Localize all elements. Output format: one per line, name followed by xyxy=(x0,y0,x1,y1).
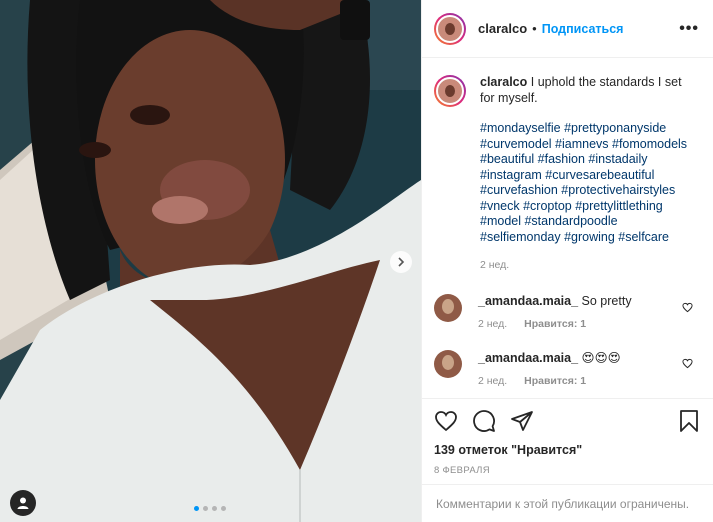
carousel-dot xyxy=(221,506,226,511)
comment-text: So pretty xyxy=(581,293,632,308)
comment-likes[interactable]: Нравится: 1 xyxy=(524,375,586,387)
caption-text-block: claralco I uphold the standards I set fo… xyxy=(480,75,690,274)
commenter-avatar[interactable] xyxy=(434,293,462,322)
comment-time[interactable]: 2 нед. xyxy=(478,375,507,387)
comment-item: _amandaa.maia_ So pretty 2 нед. Нравится… xyxy=(434,293,701,330)
user-tag-icon xyxy=(17,497,29,509)
post-side-panel: claralco • Подписаться ••• claralco I up… xyxy=(421,0,713,522)
comment-button[interactable] xyxy=(472,409,496,433)
carousel-dot xyxy=(203,506,208,511)
comment-meta: 2 нед. Нравится: 1 xyxy=(478,375,621,387)
comment-text: 😍😍😍 xyxy=(581,350,621,365)
heart-icon xyxy=(435,411,457,432)
like-button[interactable] xyxy=(434,409,458,433)
comment-icon xyxy=(473,410,495,432)
carousel-dot xyxy=(194,506,199,511)
heart-icon[interactable] xyxy=(682,302,693,313)
author-avatar[interactable] xyxy=(434,12,466,45)
caption-time[interactable]: 2 нед. xyxy=(480,258,690,274)
post-actions: 139 отметок "Нравится" 8 ФЕВРАЛЯ xyxy=(422,398,713,476)
carousel-indicator xyxy=(194,506,226,511)
tagged-users-button[interactable] xyxy=(10,490,36,516)
likes-count[interactable]: 139 отметок "Нравится" xyxy=(434,443,701,457)
comment-item: _amandaa.maia_ 😍😍😍 2 нед. Нравится: 1 xyxy=(434,349,701,387)
bookmark-icon xyxy=(680,410,698,432)
post-header: claralco • Подписаться ••• xyxy=(422,0,713,58)
share-button[interactable] xyxy=(510,409,534,433)
comments-section: claralco I uphold the standards I set fo… xyxy=(422,59,713,398)
follow-button[interactable]: Подписаться xyxy=(542,22,624,36)
post-photo[interactable] xyxy=(0,0,421,522)
comment-body: _amandaa.maia_ So pretty 2 нед. Нравится… xyxy=(478,294,632,330)
commenter-avatar[interactable] xyxy=(434,349,462,378)
caption-avatar[interactable] xyxy=(434,75,466,107)
comment-likes[interactable]: Нравится: 1 xyxy=(524,318,586,330)
share-icon xyxy=(511,411,533,431)
commenter-username[interactable]: _amandaa.maia_ xyxy=(478,351,578,365)
comment-body: _amandaa.maia_ 😍😍😍 2 нед. Нравится: 1 xyxy=(478,350,621,387)
chevron-right-icon xyxy=(398,257,405,267)
action-icons xyxy=(434,409,701,433)
caption-username[interactable]: claralco xyxy=(480,75,527,89)
next-photo-button[interactable] xyxy=(390,251,412,273)
post-date[interactable]: 8 ФЕВРАЛЯ xyxy=(434,465,701,476)
author-username[interactable]: claralco xyxy=(478,21,527,36)
caption-hashtags[interactable]: #mondayselfie #prettyponanyside #curvemo… xyxy=(480,121,690,245)
comment-meta: 2 нед. Нравится: 1 xyxy=(478,318,632,330)
comment-time[interactable]: 2 нед. xyxy=(478,318,507,330)
heart-icon[interactable] xyxy=(682,358,693,369)
commenter-username[interactable]: _amandaa.maia_ xyxy=(478,294,578,308)
selfie-image xyxy=(0,0,421,522)
save-button[interactable] xyxy=(677,409,701,433)
more-options-button[interactable]: ••• xyxy=(679,20,699,38)
post-container: claralco • Подписаться ••• claralco I up… xyxy=(0,0,713,522)
comments-restricted-notice: Комментарии к этой публикации ограничены… xyxy=(422,484,713,522)
caption: claralco I uphold the standards I set fo… xyxy=(434,75,701,274)
separator-dot: • xyxy=(532,21,537,36)
carousel-dot xyxy=(212,506,217,511)
